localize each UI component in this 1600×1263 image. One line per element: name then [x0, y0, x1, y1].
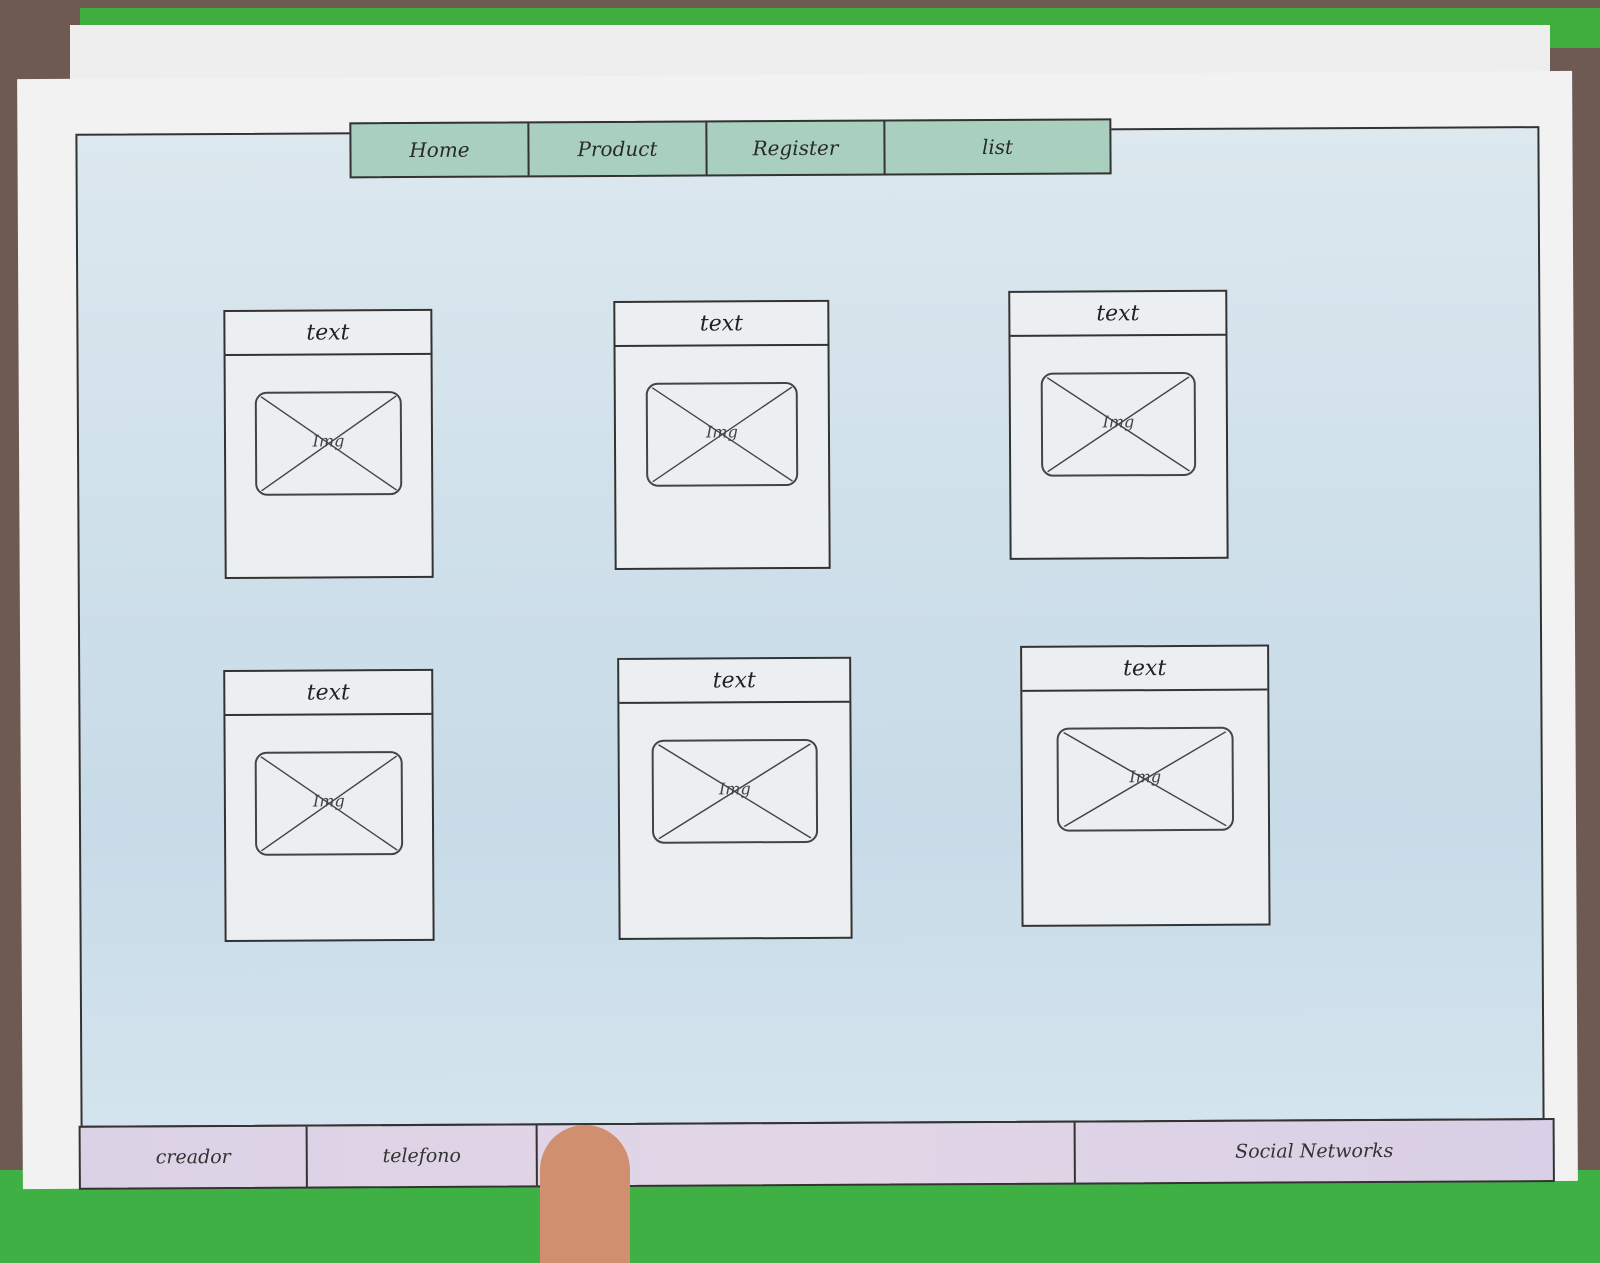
- product-card[interactable]: text Img: [1020, 644, 1271, 927]
- image-label: Img: [312, 791, 345, 811]
- card-title: text: [619, 658, 850, 704]
- page-frame: Home Product Register list text Img text…: [75, 118, 1555, 1190]
- nav-list[interactable]: list: [885, 120, 1109, 173]
- nav-register[interactable]: Register: [707, 121, 886, 175]
- image-label: Img: [1102, 412, 1135, 432]
- nav-bar: Home Product Register list: [349, 118, 1112, 179]
- product-card[interactable]: text Img: [1008, 289, 1229, 560]
- card-title: text: [1010, 291, 1226, 337]
- card-title: text: [225, 670, 432, 716]
- image-label: Img: [706, 422, 738, 442]
- nav-home[interactable]: Home: [351, 123, 530, 177]
- card-title: text: [1022, 646, 1268, 692]
- image-label: Img: [1129, 767, 1162, 787]
- nav-product[interactable]: Product: [529, 122, 708, 176]
- footer-creator: creador: [80, 1126, 308, 1188]
- card-title: text: [225, 310, 431, 356]
- thumb: [540, 1125, 630, 1263]
- product-card[interactable]: text Img: [223, 668, 435, 943]
- image-placeholder-icon: Img: [651, 738, 818, 844]
- image-placeholder-icon: Img: [254, 391, 403, 496]
- footer: creador telefono Social Networks: [78, 1118, 1555, 1190]
- paper-sheet: Home Product Register list text Img text…: [17, 70, 1578, 1190]
- product-card[interactable]: text Img: [613, 299, 831, 570]
- footer-social-networks[interactable]: Social Networks: [1076, 1120, 1553, 1182]
- product-card[interactable]: text Img: [223, 308, 434, 579]
- image-label: Img: [718, 779, 751, 799]
- image-placeholder-icon: Img: [254, 751, 404, 856]
- footer-phone: telefono: [307, 1125, 538, 1187]
- image-placeholder-icon: Img: [1040, 371, 1197, 477]
- product-card[interactable]: text Img: [617, 656, 853, 940]
- image-label: Img: [312, 431, 345, 451]
- image-placeholder-icon: Img: [645, 381, 799, 487]
- card-title: text: [615, 301, 828, 347]
- image-placeholder-icon: Img: [1056, 726, 1234, 832]
